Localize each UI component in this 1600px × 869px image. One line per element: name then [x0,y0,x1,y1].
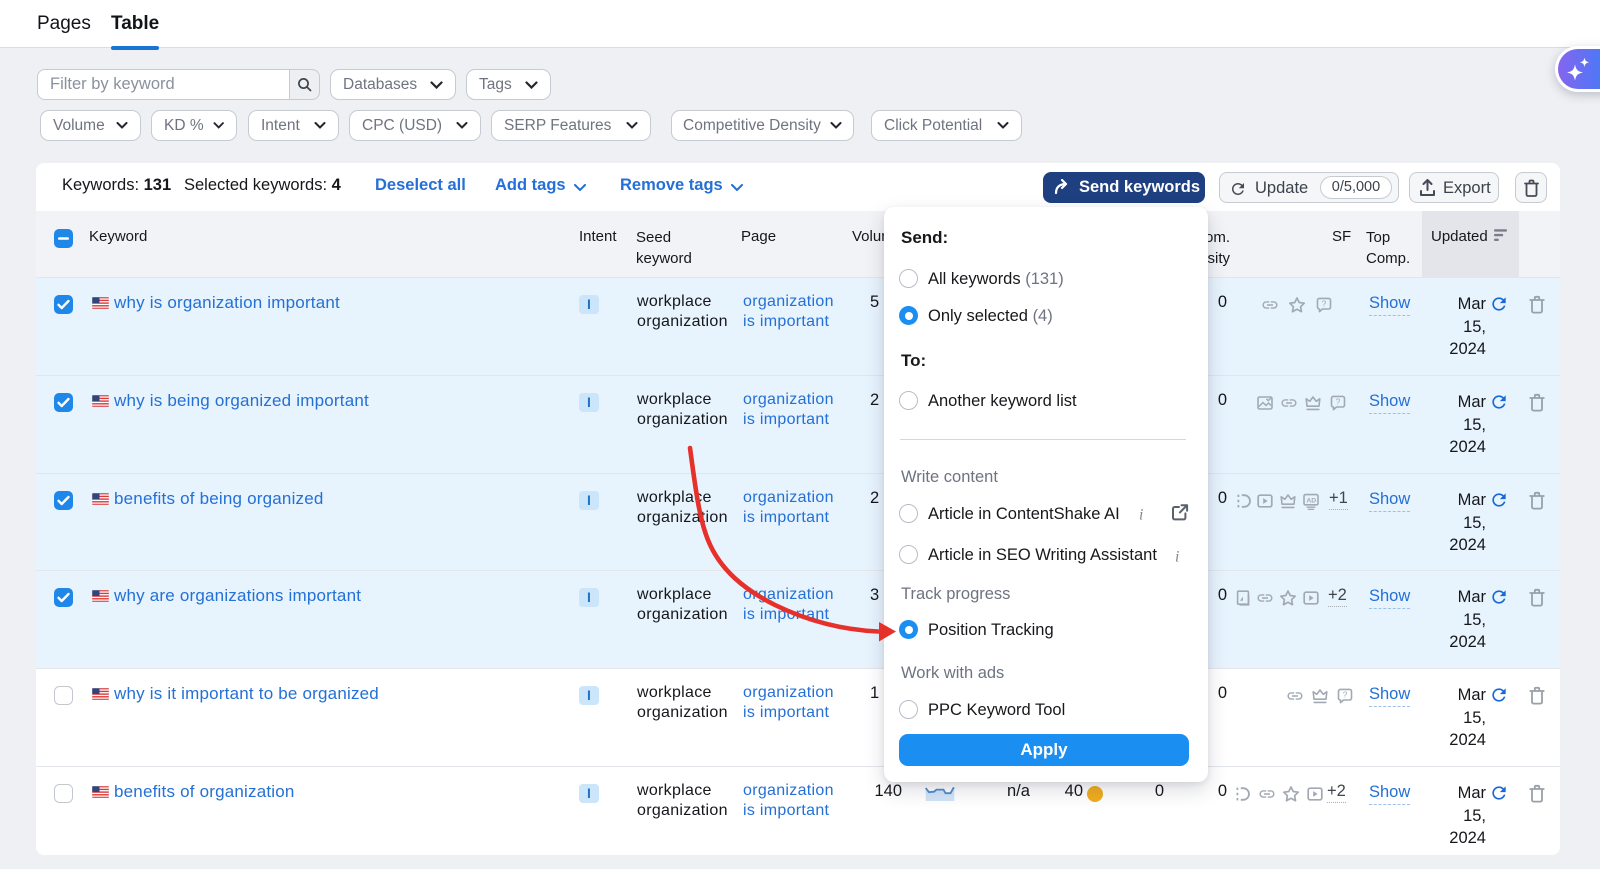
svg-text:i: i [1139,507,1143,523]
svg-text:i: i [1175,549,1179,565]
